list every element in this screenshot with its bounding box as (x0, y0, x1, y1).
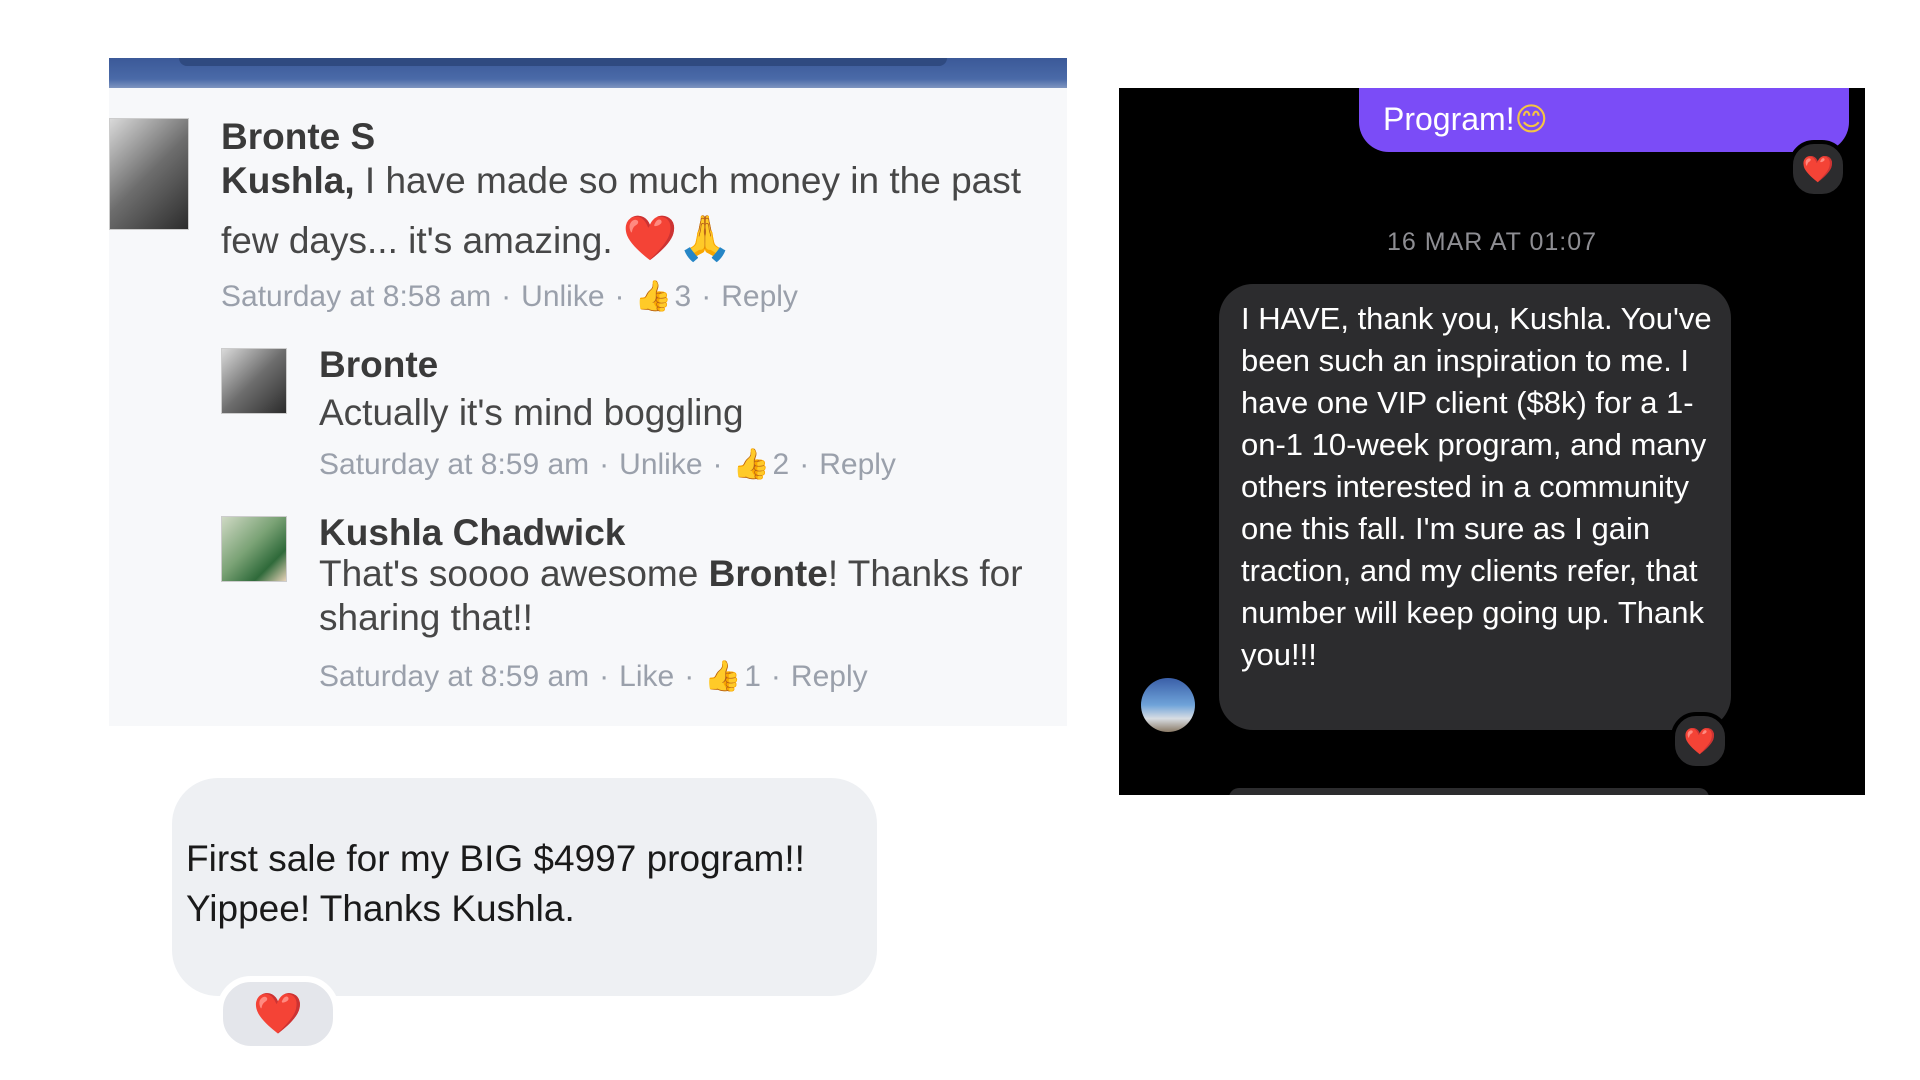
meta-separator: · (684, 660, 695, 693)
unlike-link[interactable]: Unlike (521, 280, 604, 314)
comment-author[interactable]: Bronte (319, 344, 438, 386)
reply-link[interactable]: Reply (819, 448, 896, 482)
meta-separator: · (701, 280, 712, 313)
comment-meta: Saturday at 8:58 am · Unlike · 👍 3 · Rep… (221, 280, 798, 314)
sent-message-tail: Program! (1383, 101, 1515, 137)
comment-text: Kushla, I have made so much money in the… (221, 152, 1041, 270)
meta-separator: · (599, 660, 610, 693)
like-count: 1 (744, 660, 761, 693)
comment-meta: Saturday at 8:59 am · Unlike · 👍 2 · Rep… (319, 448, 896, 482)
comment-meta: Saturday at 8:59 am · Like · 👍 1 · Reply (319, 660, 868, 694)
meta-separator: · (614, 280, 625, 313)
thumbs-up-icon[interactable]: 👍 (704, 662, 741, 692)
avatar[interactable] (221, 348, 287, 414)
comment-author[interactable]: Kushla Chadwick (319, 512, 625, 554)
meta-separator: · (599, 448, 610, 481)
testimonial-collage: Bronte S Kushla, I have made so much mon… (0, 0, 1920, 1080)
message-text: First sale for my BIG $4997 program!! Yi… (186, 838, 805, 929)
mention: Kushla, (221, 160, 355, 201)
comment-body: That's soooo awesome (319, 553, 709, 594)
sent-message-bubble: Program!😊 (1359, 88, 1849, 152)
unlike-link[interactable]: Unlike (619, 448, 702, 482)
like-count: 3 (674, 280, 692, 313)
sender-avatar[interactable] (1141, 678, 1195, 732)
facebook-top-bar (109, 58, 1067, 88)
meta-separator: · (799, 448, 810, 481)
heart-pray-emoji: ❤️🙏 (622, 214, 733, 263)
comment-time[interactable]: Saturday at 8:59 am (319, 448, 589, 482)
meta-separator: · (712, 448, 723, 481)
thumbs-up-icon[interactable]: 👍 (635, 282, 672, 312)
next-message-bubble-edge (1229, 788, 1709, 795)
comment-time[interactable]: Saturday at 8:58 am (221, 280, 491, 314)
facebook-comment-thread: Bronte S Kushla, I have made so much mon… (109, 58, 1067, 726)
received-message-bubble: I HAVE, thank you, Kushla. You've been s… (1219, 284, 1731, 730)
message-timestamp: 16 MAR AT 01:07 (1386, 228, 1598, 256)
meta-separator: · (770, 660, 781, 693)
received-message-text: I HAVE, thank you, Kushla. You've been s… (1241, 301, 1712, 672)
reply-link[interactable]: Reply (791, 660, 868, 694)
message-bubble-first-sale: First sale for my BIG $4997 program!! Yi… (172, 778, 877, 996)
sent-message-text: Program!😊 (1383, 100, 1548, 138)
meta-separator: · (501, 280, 512, 313)
thumbs-up-icon[interactable]: 👍 (733, 450, 770, 480)
heart-reaction-icon[interactable]: ❤️ (1671, 712, 1729, 770)
comment-text: Actually it's mind boggling (319, 392, 744, 433)
reply-link[interactable]: Reply (721, 280, 798, 314)
avatar[interactable] (221, 516, 287, 582)
mention: Bronte (708, 553, 828, 594)
smile-emoji: 😊 (1514, 101, 1548, 137)
comment-time[interactable]: Saturday at 8:59 am (319, 660, 589, 694)
like-link[interactable]: Like (619, 660, 674, 694)
heart-reaction-icon[interactable]: ❤️ (1789, 140, 1847, 198)
heart-reaction-icon[interactable]: ❤️ (217, 976, 339, 1052)
comment-text: That's soooo awesome Bronte! Thanks for … (319, 552, 1039, 640)
dark-messenger-thread: Program!😊 ❤️ 16 MAR AT 01:07 I HAVE, tha… (1119, 88, 1865, 795)
avatar[interactable] (109, 118, 189, 230)
like-count: 2 (772, 448, 790, 481)
